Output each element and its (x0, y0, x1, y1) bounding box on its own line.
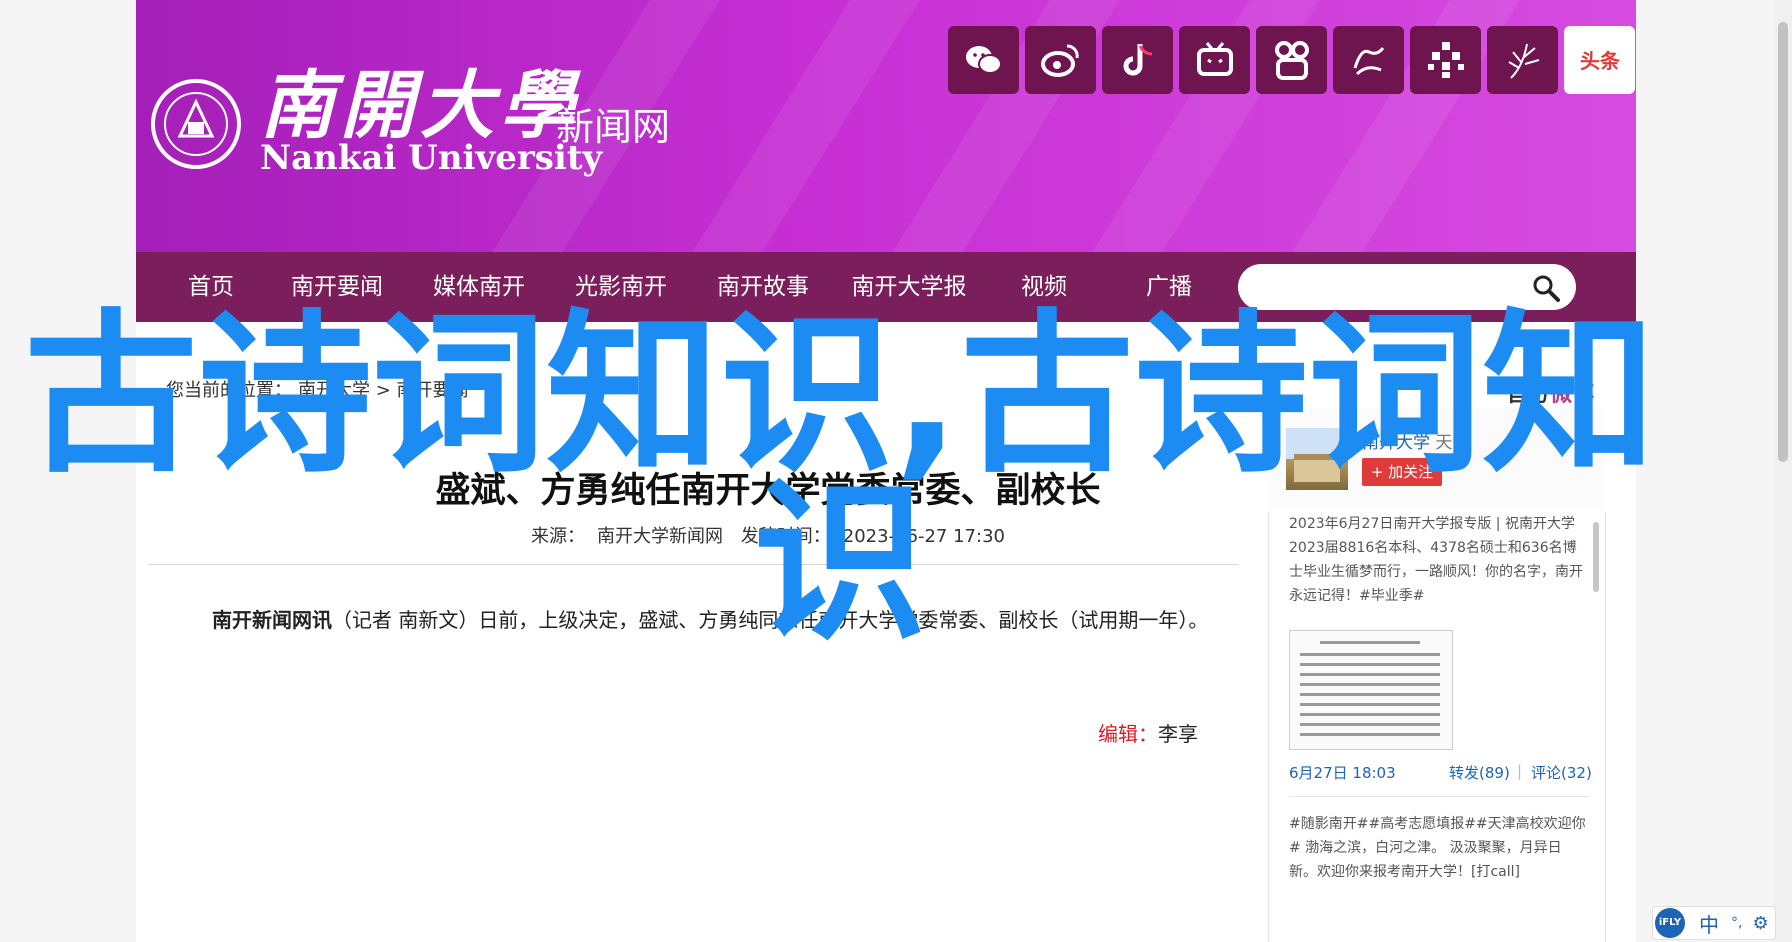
scrollbar-thumb[interactable] (1778, 22, 1788, 462)
editor-name: 李享 (1158, 722, 1198, 746)
window-scrollbar[interactable] (1774, 0, 1792, 942)
post-image-line (1300, 733, 1440, 736)
post-text: #随影南开##高考志愿填报##天津高校欢迎你# 渤海之滨，白河之津。 汲汲聚聚，… (1289, 816, 1586, 880)
dots-link[interactable] (1410, 26, 1481, 94)
bilibili-link[interactable] (1179, 26, 1250, 94)
post-image[interactable] (1289, 630, 1453, 750)
kuaishou-icon (1274, 41, 1309, 80)
ime-toolbar[interactable]: iFLY 中 °, ⚙ (1652, 906, 1776, 940)
ime-punctuation-toggle[interactable]: °, (1731, 915, 1742, 931)
plant-icon (1507, 43, 1539, 79)
logo-site-name: 新闻网 (556, 105, 671, 149)
xuexi-link[interactable] (1333, 26, 1404, 94)
post-image-line (1300, 663, 1440, 666)
ime-mode-toggle[interactable]: 中 (1699, 909, 1719, 938)
post-separator: | (1517, 762, 1523, 780)
post-image-line (1300, 713, 1440, 716)
xuexi-icon (1353, 47, 1384, 76)
post-image-line (1300, 693, 1440, 696)
repost-link[interactable]: 转发(89) (1449, 762, 1510, 783)
plant-link[interactable] (1487, 26, 1558, 94)
toutiao-link[interactable]: 头条 (1564, 26, 1635, 94)
university-seal-icon (151, 79, 241, 169)
overlay-watermark-text: 古诗词知识,古诗词知识 (23, 294, 1657, 665)
wechat-icon (965, 46, 1002, 74)
weibo-icon (1040, 44, 1079, 77)
douyin-link[interactable] (1102, 26, 1173, 94)
post-image-line (1300, 723, 1440, 726)
ime-logo-icon[interactable]: iFLY (1655, 908, 1685, 938)
post-image-line (1300, 673, 1440, 676)
weibo-link[interactable] (1025, 26, 1096, 94)
post-image-line (1300, 703, 1440, 706)
bilibili-icon (1196, 42, 1233, 76)
kuaishou-link[interactable] (1256, 26, 1327, 94)
douyin-icon (1123, 44, 1152, 76)
post-image-line (1300, 683, 1440, 686)
editor-label: 编辑： (1098, 722, 1158, 746)
article-editor: 编辑：李享 (1098, 718, 1198, 747)
header-banner: 南開大學 Nankai University 新闻网 头条 (136, 0, 1636, 252)
post-image-line (1300, 653, 1440, 656)
site-logo[interactable]: 南開大學 Nankai University 新闻网 (150, 42, 750, 182)
toutiao-icon: 头条 (1580, 49, 1621, 73)
wechat-link[interactable] (948, 26, 1019, 94)
post-time[interactable]: 6月27日 18:03 (1289, 762, 1396, 783)
ime-settings-icon[interactable]: ⚙ (1752, 913, 1768, 934)
comment-link[interactable]: 评论(32) (1531, 762, 1592, 783)
dots-icon (1427, 42, 1464, 78)
logo-english-name: Nankai University (260, 138, 603, 178)
social-links: 头条 (948, 26, 1635, 94)
toutiao-label: 头条 (1580, 49, 1621, 73)
logo-chinese-name: 南開大學 (260, 63, 580, 149)
post-divider (1289, 796, 1589, 797)
